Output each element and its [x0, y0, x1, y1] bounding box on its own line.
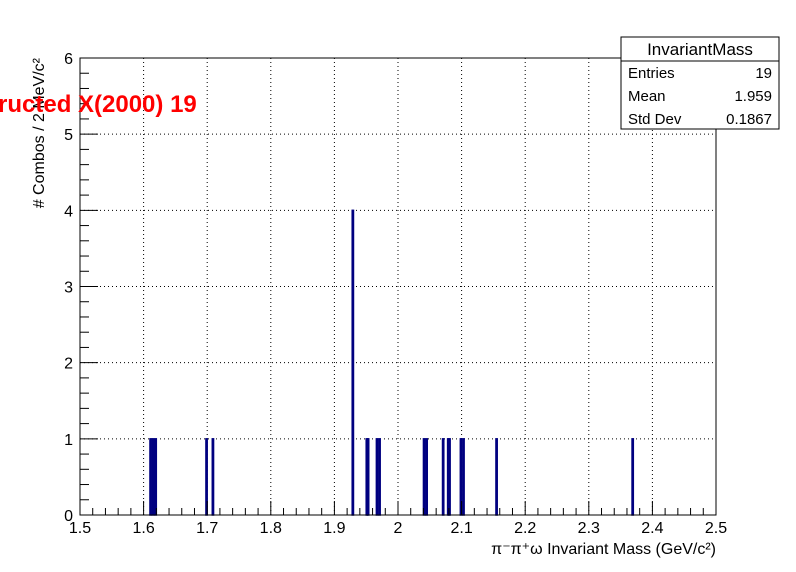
histogram-bar	[211, 438, 215, 516]
y-tick-label: 3	[64, 280, 73, 297]
stats-box-title: InvariantMass	[647, 40, 753, 59]
y-tick-label: 6	[64, 51, 73, 68]
y-tick-label: 5	[64, 127, 73, 144]
histogram-bar	[448, 438, 451, 516]
histogram-bar	[462, 438, 465, 516]
overlay-title: ructed X(2000) 19	[0, 91, 197, 118]
stats-box: InvariantMass Entries 19 Mean 1.959 Std …	[620, 36, 780, 130]
x-tick-label: 1.6	[132, 520, 154, 537]
histogram-bar	[375, 438, 379, 516]
x-tick-label: 2.1	[450, 520, 472, 537]
y-axis-title: # Combos / 2 MeV/c²	[31, 57, 48, 208]
y-tick-label: 4	[64, 203, 73, 220]
x-axis-title: π⁻π⁺ω Invariant Mass (GeV/c²)	[491, 541, 716, 558]
stats-entries-label: Entries	[628, 65, 675, 82]
y-tick-label: 2	[64, 356, 73, 373]
histogram-bar	[422, 438, 426, 516]
histogram-bar	[441, 438, 445, 516]
stats-entries-value: 19	[755, 65, 772, 82]
x-tick-label: 2	[394, 520, 403, 537]
x-tick-label: 1.9	[323, 520, 345, 537]
histogram-bar	[366, 438, 370, 516]
histogram-bar	[425, 438, 429, 516]
stats-mean-label: Mean	[628, 88, 666, 105]
x-tick-label: 1.8	[260, 520, 282, 537]
histogram-bar	[151, 438, 155, 516]
x-tick-label: 2.4	[641, 520, 663, 537]
stats-stddev-label: Std Dev	[628, 111, 682, 128]
histogram-bar	[631, 438, 635, 516]
histogram-bar	[378, 438, 381, 516]
stats-mean-value: 1.959	[734, 88, 772, 105]
x-tick-label: 2.3	[578, 520, 600, 537]
histogram-bar	[149, 438, 152, 516]
y-tick-label: 1	[64, 432, 73, 449]
x-tick-label: 1.7	[196, 520, 218, 537]
histogram-bar	[351, 209, 355, 516]
y-tick-label: 0	[64, 508, 73, 525]
stats-stddev-value: 0.1867	[726, 111, 772, 128]
histogram-bar	[495, 438, 498, 516]
x-tick-label: 2.2	[514, 520, 536, 537]
histogram-chart: 1.5 1.6 1.7 1.8 1.9 2 2.1 2.2 2.3 2.4 2.5 0123456 …	[0, 0, 796, 572]
histogram-bar	[154, 438, 158, 516]
x-tick-label: 2.5	[705, 520, 727, 537]
